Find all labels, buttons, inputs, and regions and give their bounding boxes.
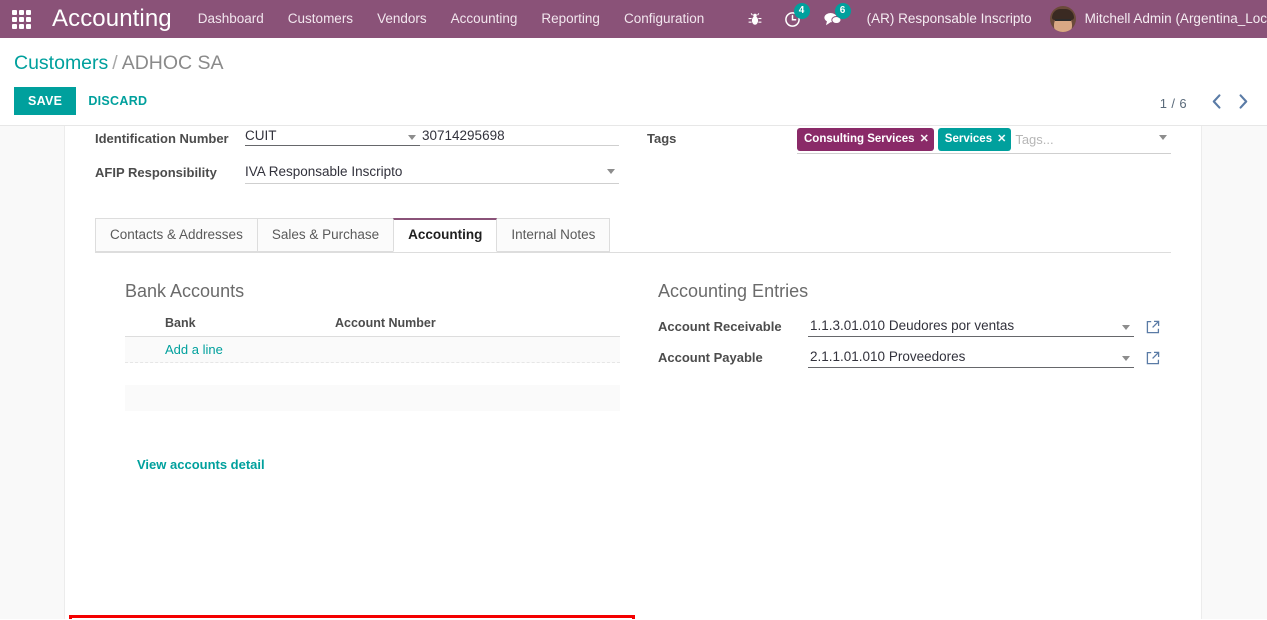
bank-accounts-title: Bank Accounts: [125, 281, 245, 301]
accounting-entries-group: Accounting Entries Account Receivable 1.…: [620, 281, 1160, 474]
messages-count-badge: 6: [834, 3, 851, 19]
field-account-receivable: Account Receivable 1.1.3.01.010 Deudores…: [658, 316, 1160, 337]
field-identification-number: Identification Number CUIT 30714295698: [95, 126, 619, 151]
breadcrumb-item-customers[interactable]: Customers: [14, 52, 108, 74]
account-receivable-select[interactable]: 1.1.3.01.010 Deudores por ventas: [808, 316, 1134, 337]
activities-button[interactable]: 4: [773, 0, 812, 38]
field-account-payable: Account Payable 2.1.1.01.010 Proveedores: [658, 347, 1160, 368]
field-label-afip-responsibility: AFIP Responsibility: [95, 165, 217, 180]
account-receivable-value: 1.1.3.01.010 Deudores por ventas: [810, 318, 1015, 333]
tag-label: Consulting Services: [804, 133, 915, 145]
breadcrumb-separator: /: [112, 52, 118, 74]
accounting-entries-title: Accounting Entries: [658, 281, 809, 301]
menu-item-reporting[interactable]: Reporting: [529, 0, 612, 38]
account-payable-select[interactable]: 2.1.1.01.010 Proveedores: [808, 347, 1134, 368]
chevron-down-icon: [408, 135, 416, 140]
column-header-bank: Bank: [165, 316, 196, 330]
close-icon[interactable]: ✕: [997, 130, 1006, 149]
company-switcher[interactable]: (AR) Responsable Inscripto: [853, 0, 1042, 38]
form-action-buttons: SAVE DISCARD: [14, 87, 1253, 115]
tag-consulting-services[interactable]: Consulting Services ✕: [797, 128, 934, 151]
field-label-account-payable: Account Payable: [658, 350, 763, 365]
field-tags: Tags Consulting Services ✕ Services ✕ Ta…: [647, 126, 1171, 154]
identification-number-input[interactable]: 30714295698: [420, 126, 619, 146]
chevron-down-icon: [1122, 325, 1130, 330]
account-receivable-open-button[interactable]: [1146, 320, 1160, 334]
pager-next-button[interactable]: [1230, 94, 1257, 112]
identification-type-select[interactable]: CUIT: [245, 126, 420, 146]
record-pager: 1 / 6: [1160, 94, 1257, 126]
user-menu[interactable]: Mitchell Admin (Argentina_Loc: [1042, 0, 1267, 38]
account-payable-value: 2.1.1.01.010 Proveedores: [810, 349, 966, 364]
main-menu: Dashboard Customers Vendors Accounting R…: [186, 0, 717, 38]
form-view-area: Identification Number CUIT 30714295698 A…: [0, 126, 1267, 619]
header-fields: Identification Number CUIT 30714295698 A…: [95, 126, 1171, 194]
external-link-icon: [1146, 351, 1160, 364]
menu-item-accounting[interactable]: Accounting: [439, 0, 530, 38]
bank-accounts-group: Bank Accounts Bank Account Number Add a …: [95, 281, 620, 474]
menu-item-configuration[interactable]: Configuration: [612, 0, 716, 38]
tags-input-container[interactable]: Consulting Services ✕ Services ✕ Tags...: [797, 126, 1171, 154]
tab-internal-notes[interactable]: Internal Notes: [496, 218, 611, 252]
tab-accounting[interactable]: Accounting: [393, 218, 498, 252]
afip-responsibility-value: IVA Responsable Inscripto: [245, 164, 403, 179]
notebook-page-accounting: Bank Accounts Bank Account Number Add a …: [95, 253, 1171, 474]
notebook-tabs: Contacts & Addresses Sales & Purchase Ac…: [95, 218, 1171, 253]
external-link-icon: [1146, 320, 1160, 333]
add-a-line-row[interactable]: Add a line: [125, 337, 620, 363]
save-button[interactable]: SAVE: [14, 87, 77, 115]
bank-accounts-table: Bank Account Number Add a line: [125, 316, 620, 411]
pager-previous-button[interactable]: [1203, 94, 1230, 112]
accounting-documents-highlight: [69, 615, 635, 619]
pager-counter: 1 / 6: [1159, 95, 1187, 111]
bug-icon: [748, 12, 761, 25]
menu-item-customers[interactable]: Customers: [276, 0, 365, 38]
tab-contacts-addresses[interactable]: Contacts & Addresses: [95, 218, 258, 252]
discard-button[interactable]: DISCARD: [76, 87, 159, 115]
avatar: [1049, 6, 1076, 32]
column-header-account-number: Account Number: [335, 316, 436, 330]
tags-placeholder: Tags...: [1015, 132, 1054, 147]
tab-sales-purchase[interactable]: Sales & Purchase: [256, 218, 395, 252]
messages-button[interactable]: 6: [812, 0, 853, 38]
activities-count-badge: 4: [793, 3, 810, 19]
menu-item-dashboard[interactable]: Dashboard: [186, 0, 276, 38]
bank-accounts-header-row: Bank Account Number: [125, 316, 620, 337]
tag-label: Services: [944, 133, 993, 145]
grid-apps-icon: [11, 9, 31, 29]
apps-menu-toggle[interactable]: [0, 0, 42, 38]
field-afip-responsibility: AFIP Responsibility IVA Responsable Insc…: [95, 160, 619, 185]
afip-responsibility-select[interactable]: IVA Responsable Inscripto: [245, 160, 619, 184]
chevron-down-icon: [607, 169, 615, 174]
field-label-identification-number: Identification Number: [95, 131, 229, 146]
field-label-tags: Tags: [647, 131, 677, 146]
add-a-line-link[interactable]: Add a line: [165, 342, 223, 357]
debug-menu-button[interactable]: [737, 0, 773, 38]
chevron-down-icon: [1159, 135, 1167, 140]
menu-item-vendors[interactable]: Vendors: [365, 0, 439, 38]
user-menu-label: Mitchell Admin (Argentina_Loc: [1084, 11, 1267, 26]
close-icon[interactable]: ✕: [920, 130, 929, 149]
identification-type-value: CUIT: [245, 128, 277, 143]
account-payable-open-button[interactable]: [1146, 351, 1160, 365]
chevron-down-icon: [1122, 356, 1130, 361]
top-navbar: Accounting Dashboard Customers Vendors A…: [0, 0, 1267, 38]
field-label-account-receivable: Account Receivable: [658, 319, 782, 334]
breadcrumb: Customers / ADHOC SA: [14, 38, 1253, 76]
bank-accounts-empty-row: [125, 385, 620, 411]
navbar-right-tools: 4 6 (AR) Responsable Inscripto Mitchell …: [737, 0, 1267, 38]
chevron-left-icon: [1212, 94, 1221, 109]
notebook: Contacts & Addresses Sales & Purchase Ac…: [95, 218, 1171, 474]
header-fields-right-column: Tags Consulting Services ✕ Services ✕ Ta…: [647, 126, 1171, 194]
tag-services[interactable]: Services ✕: [937, 128, 1012, 151]
app-brand-title[interactable]: Accounting: [42, 0, 186, 38]
chevron-right-icon: [1239, 94, 1248, 109]
record-sheet: Identification Number CUIT 30714295698 A…: [64, 126, 1202, 619]
view-accounts-detail-button[interactable]: View accounts detail: [137, 457, 265, 472]
breadcrumb-item-current: ADHOC SA: [121, 52, 224, 74]
control-panel: Customers / ADHOC SA SAVE DISCARD 1 / 6: [0, 38, 1267, 126]
header-fields-left-column: Identification Number CUIT 30714295698 A…: [95, 126, 619, 194]
